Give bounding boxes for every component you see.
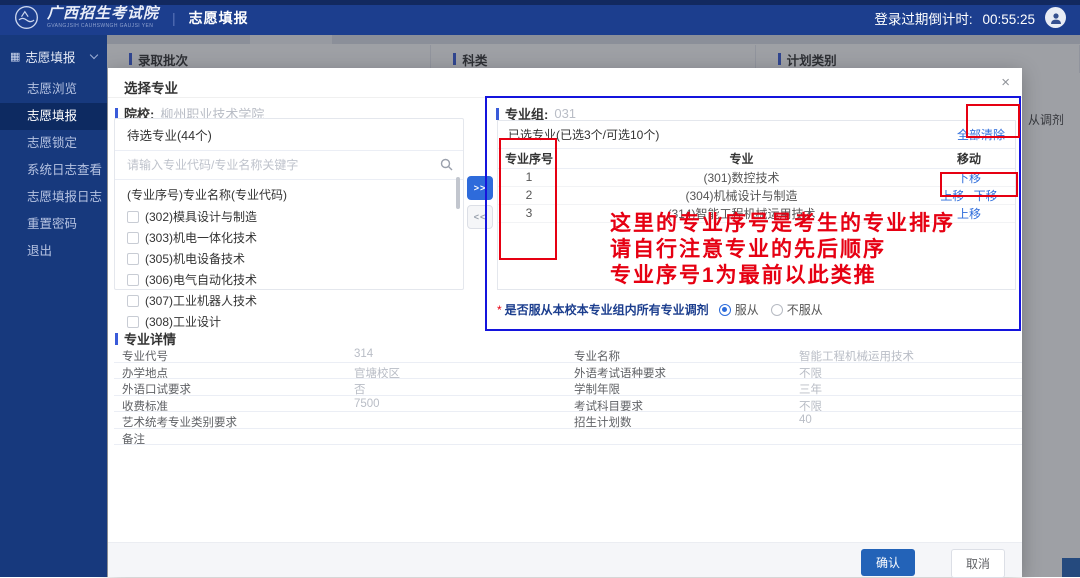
section-bar	[496, 108, 499, 120]
red-annotation-text: 这里的专业序号是考生的专业排序 请自行注意专业的先后顺序 专业序号1为最前以此类…	[610, 211, 955, 289]
detail-label: 办学地点	[114, 363, 346, 380]
candidate-major-item[interactable]: (306)电气自动化技术	[127, 269, 451, 290]
candidate-major-item[interactable]: (305)机电设备技术	[127, 248, 451, 269]
table-row: 1 (301)数控技术 下移	[498, 168, 1015, 186]
detail-label: 艺术统考专业类别要求	[114, 412, 346, 429]
header-divider: |	[172, 10, 176, 26]
org-name: 广西招生考试院	[47, 7, 159, 22]
detail-value	[346, 429, 1022, 446]
detail-value: 不限	[791, 396, 1022, 413]
detail-label: 收费标准	[114, 396, 346, 413]
checkbox-icon[interactable]	[127, 253, 139, 265]
search-icon[interactable]	[440, 158, 453, 171]
detail-label: 备注	[114, 429, 346, 446]
checkbox-icon[interactable]	[127, 274, 139, 286]
countdown-label: 登录过期倒计时:	[874, 12, 972, 27]
sidebar-item-volunteer-browse[interactable]: 志愿浏览	[0, 76, 107, 103]
countdown-value: 00:55:25	[982, 12, 1035, 27]
candidate-majors-panel: 待选专业(44个) (专业序号)专业名称(专业代码) (302)模具设计与制造 …	[114, 118, 464, 290]
major-name: (301)数控技术	[560, 168, 923, 186]
sidebar-item-fill-log[interactable]: 志愿填报日志	[0, 184, 107, 211]
detail-label: 招生计划数	[566, 412, 791, 429]
org-logo-icon	[14, 5, 39, 30]
move-up-link[interactable]: 上移	[957, 207, 981, 221]
detail-label: 学制年限	[566, 379, 791, 396]
detail-label: 专业代号	[114, 346, 346, 363]
radio-obey-label[interactable]: 服从	[735, 301, 759, 318]
candidate-major-item[interactable]: (307)工业机器人技术	[127, 290, 451, 311]
chevron-down-icon	[90, 51, 98, 59]
cancel-button[interactable]: 取消	[951, 549, 1005, 578]
detail-value: 7500	[346, 396, 566, 413]
sidebar-item-volunteer-lock[interactable]: 志愿锁定	[0, 130, 107, 157]
candidate-list-header: (专业序号)专业名称(专业代码)	[127, 186, 451, 203]
scrollbar-thumb[interactable]	[456, 177, 460, 209]
clear-all-link[interactable]: 全部清除	[957, 126, 1005, 143]
move-up-link[interactable]: 上移	[940, 189, 964, 203]
radio-not-obey-icon[interactable]	[771, 304, 783, 316]
radio-not-obey-label[interactable]: 不服从	[787, 301, 823, 318]
detail-value: 智能工程机械运用技术	[791, 346, 1022, 363]
confirm-button[interactable]: 确认	[861, 549, 915, 576]
detail-label: 考试科目要求	[566, 396, 791, 413]
person-icon	[1049, 11, 1063, 25]
select-major-dialog: 选择专业 × 院校: 柳州职业技术学院 待选专业(44个) (专业序号)专业名称…	[108, 68, 1022, 577]
sidebar-item-system-log[interactable]: 系统日志查看	[0, 157, 107, 184]
candidate-major-item[interactable]: (302)模具设计与制造	[127, 206, 451, 227]
major-search-input[interactable]	[115, 151, 463, 179]
sidebar-nav: ▦ 志愿填报 志愿浏览 志愿填报 志愿锁定 系统日志查看 志愿填报日志 重置密码…	[0, 35, 107, 577]
dialog-title: 选择专业	[124, 77, 178, 97]
sidebar-root-label: 志愿填报	[25, 47, 75, 66]
dialog-footer: 确认 取消	[108, 542, 1022, 577]
move-down-link[interactable]: 下移	[957, 171, 981, 185]
move-to-selected-button[interactable]: >>	[467, 176, 493, 200]
close-icon[interactable]: ×	[1001, 75, 1010, 90]
detail-value: 314	[346, 346, 566, 363]
column-header-major: 专业	[560, 149, 923, 168]
login-countdown: 登录过期倒计时: 00:55:25	[874, 8, 1035, 28]
detail-value: 不限	[791, 363, 1022, 380]
org-subtitle: GVANGJSIH CAUHSWNGH GAUJSI YEN	[47, 24, 159, 29]
app-title: 志愿填报	[189, 8, 249, 28]
major-order: 1	[498, 168, 560, 186]
detail-value: 否	[346, 379, 566, 396]
detail-value: 官塘校区	[346, 363, 566, 380]
user-avatar[interactable]	[1045, 7, 1066, 28]
selected-panel-header: 已选专业(已选3个/可选10个)	[508, 126, 659, 143]
candidate-panel-header: 待选专业(44个)	[115, 119, 463, 151]
major-order: 2	[498, 186, 560, 204]
major-name: (304)机械设计与制造	[560, 186, 923, 204]
detail-label: 外语口试要求	[114, 379, 346, 396]
major-details-table: 专业代号 314 专业名称 智能工程机械运用技术 办学地点 官塘校区 外语考试语…	[114, 346, 1022, 445]
checkbox-icon[interactable]	[127, 295, 139, 307]
section-bar	[115, 333, 118, 345]
required-mark: *	[497, 303, 502, 317]
detail-value	[346, 412, 566, 429]
column-header-order: 专业序号	[498, 149, 560, 168]
adjustment-label: 是否服从本校本专业组内所有专业调剂	[505, 301, 709, 318]
major-order: 3	[498, 204, 560, 222]
column-header-move: 移动	[923, 149, 1015, 168]
detail-value: 三年	[791, 379, 1022, 396]
table-row: 2 (304)机械设计与制造 上移 下移	[498, 186, 1015, 204]
detail-value: 40	[791, 412, 1022, 429]
radio-obey-icon[interactable]	[719, 304, 731, 316]
top-header: 广西招生考试院 GVANGJSIH CAUHSWNGH GAUJSI YEN |…	[0, 0, 1080, 35]
sidebar-item-reset-password[interactable]: 重置密码	[0, 211, 107, 238]
checkbox-icon[interactable]	[127, 232, 139, 244]
checkbox-icon[interactable]	[127, 211, 139, 223]
adjustment-question-row: * 是否服从本校本专业组内所有专业调剂 服从 不服从	[497, 301, 835, 318]
org-title-block: 广西招生考试院 GVANGJSIH CAUHSWNGH GAUJSI YEN	[47, 7, 159, 29]
candidate-major-item[interactable]: (303)机电一体化技术	[127, 227, 451, 248]
checkbox-icon[interactable]	[127, 316, 139, 328]
sidebar-item-logout[interactable]: 退出	[0, 238, 107, 265]
sidebar-root-menu[interactable]: ▦ 志愿填报	[0, 35, 107, 76]
move-down-link[interactable]: 下移	[974, 189, 998, 203]
major-group-value: 031	[554, 106, 576, 121]
detail-label: 专业名称	[566, 346, 791, 363]
detail-label: 外语考试语种要求	[566, 363, 791, 380]
grid-menu-icon: ▦	[10, 50, 20, 63]
sidebar-item-volunteer-fill[interactable]: 志愿填报	[0, 103, 107, 130]
move-to-candidate-button[interactable]: <<	[467, 205, 493, 229]
